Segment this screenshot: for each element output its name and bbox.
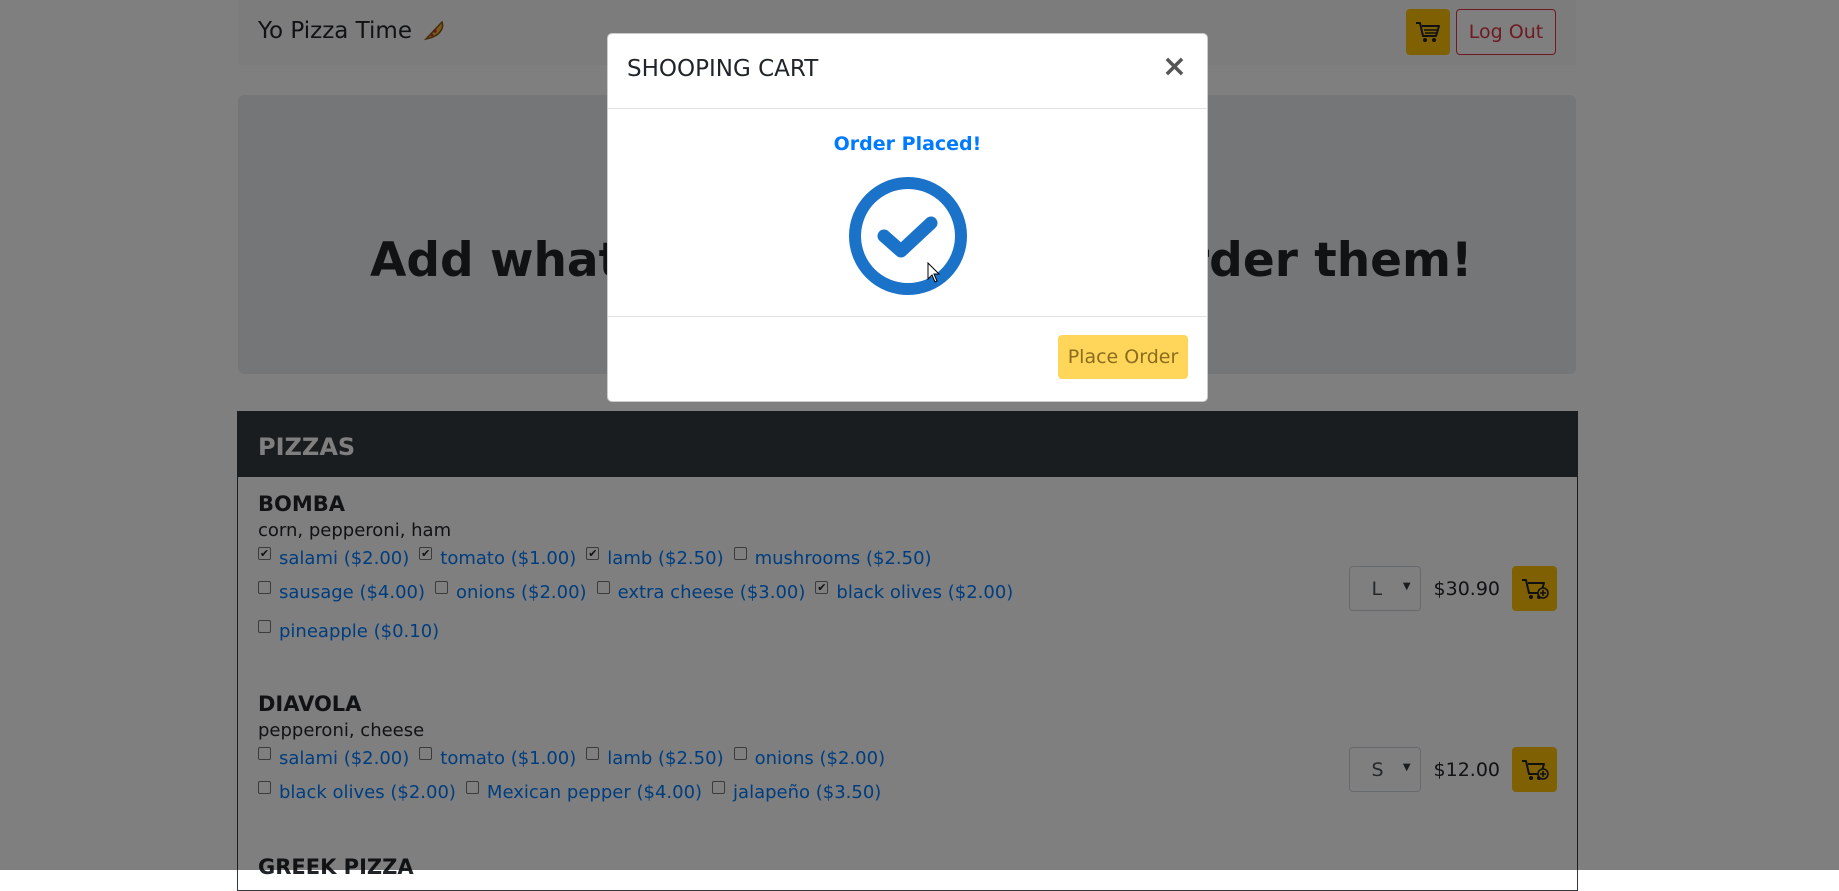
modal-body: Order Placed! <box>608 109 1207 317</box>
shopping-cart-modal: SHOOPING CART × Order Placed! Place Orde… <box>607 33 1208 402</box>
close-icon[interactable]: × <box>1162 50 1187 84</box>
modal-title: SHOOPING CART <box>627 56 819 82</box>
check-circle-icon <box>847 175 969 301</box>
order-status: Order Placed! <box>833 133 982 155</box>
place-order-button[interactable]: Place Order <box>1058 335 1188 379</box>
page: Yo Pizza Time Log Out Add what y rder th… <box>0 0 1839 891</box>
modal-header: SHOOPING CART × <box>608 34 1207 109</box>
mouse-pointer-icon <box>927 261 941 288</box>
modal-footer: Place Order <box>608 317 1207 401</box>
